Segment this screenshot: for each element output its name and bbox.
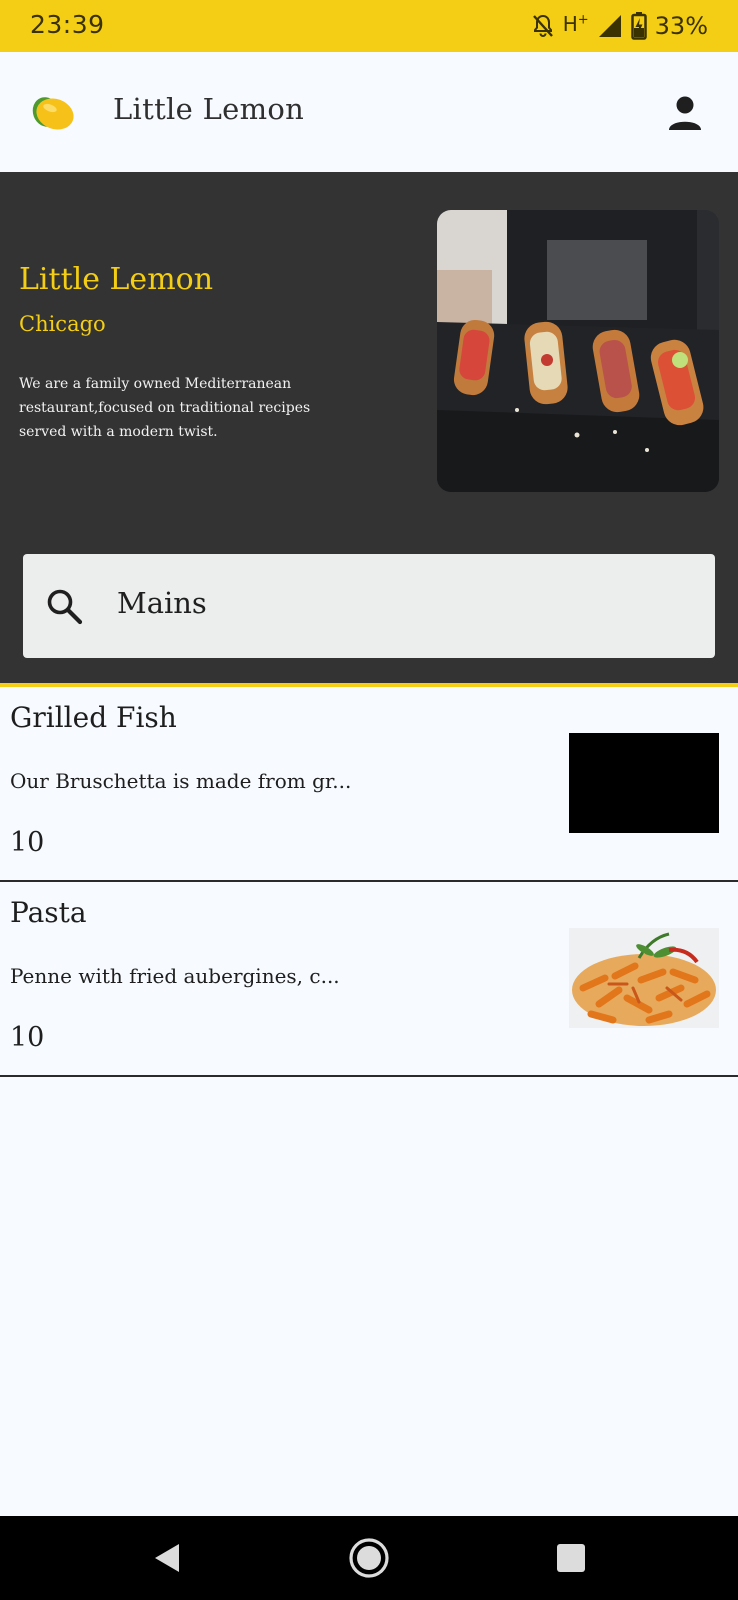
hero-title: Little Lemon bbox=[19, 262, 214, 297]
hero-banner: Little Lemon Chicago We are a family own… bbox=[0, 172, 738, 687]
hero-description: We are a family owned Mediterranean rest… bbox=[19, 376, 311, 440]
status-bar: 23:39 H+ 33% bbox=[0, 0, 738, 52]
search-icon bbox=[47, 589, 83, 625]
bell-off-icon bbox=[532, 14, 553, 37]
hero-image bbox=[437, 210, 719, 492]
menu-item-image bbox=[569, 928, 719, 1028]
network-type: H+ bbox=[563, 12, 589, 36]
recents-icon[interactable] bbox=[549, 1536, 593, 1580]
home-icon[interactable] bbox=[347, 1536, 391, 1580]
menu-item-grilled-fish[interactable]: Grilled Fish Our Bruschetta is made from… bbox=[0, 687, 738, 882]
menu-item-price: 10 bbox=[10, 1022, 45, 1053]
hero-subtitle: Chicago bbox=[19, 312, 106, 336]
network-type-label: H bbox=[562, 12, 578, 36]
menu-item-name: Grilled Fish bbox=[10, 701, 177, 734]
search-input[interactable]: Mains bbox=[117, 586, 207, 620]
menu-item-name: Pasta bbox=[10, 896, 87, 929]
system-nav-bar bbox=[0, 1516, 738, 1600]
status-time: 23:39 bbox=[30, 10, 105, 39]
menu-item-description: Our Bruschetta is made from gr... bbox=[10, 769, 352, 793]
person-icon[interactable] bbox=[668, 95, 702, 131]
app-title: Little Lemon bbox=[113, 92, 305, 126]
lemon-icon bbox=[32, 97, 74, 130]
menu-item-description: Penne with fried aubergines, c... bbox=[10, 964, 340, 988]
signal-icon bbox=[598, 15, 621, 37]
menu-item-price: 10 bbox=[10, 827, 45, 858]
menu-item-image bbox=[569, 733, 719, 833]
battery-percent: 33% bbox=[654, 12, 708, 40]
battery-charging-icon bbox=[630, 12, 647, 40]
back-icon[interactable] bbox=[145, 1536, 189, 1580]
menu-list: Grilled Fish Our Bruschetta is made from… bbox=[0, 687, 738, 1077]
search-bar[interactable]: Mains bbox=[23, 554, 715, 658]
network-type-sup: + bbox=[577, 12, 589, 28]
status-icons: H+ 33% bbox=[531, 8, 708, 44]
menu-item-pasta[interactable]: Pasta Penne with fried aubergines, c... … bbox=[0, 882, 738, 1077]
app-bar: Little Lemon bbox=[0, 52, 738, 173]
